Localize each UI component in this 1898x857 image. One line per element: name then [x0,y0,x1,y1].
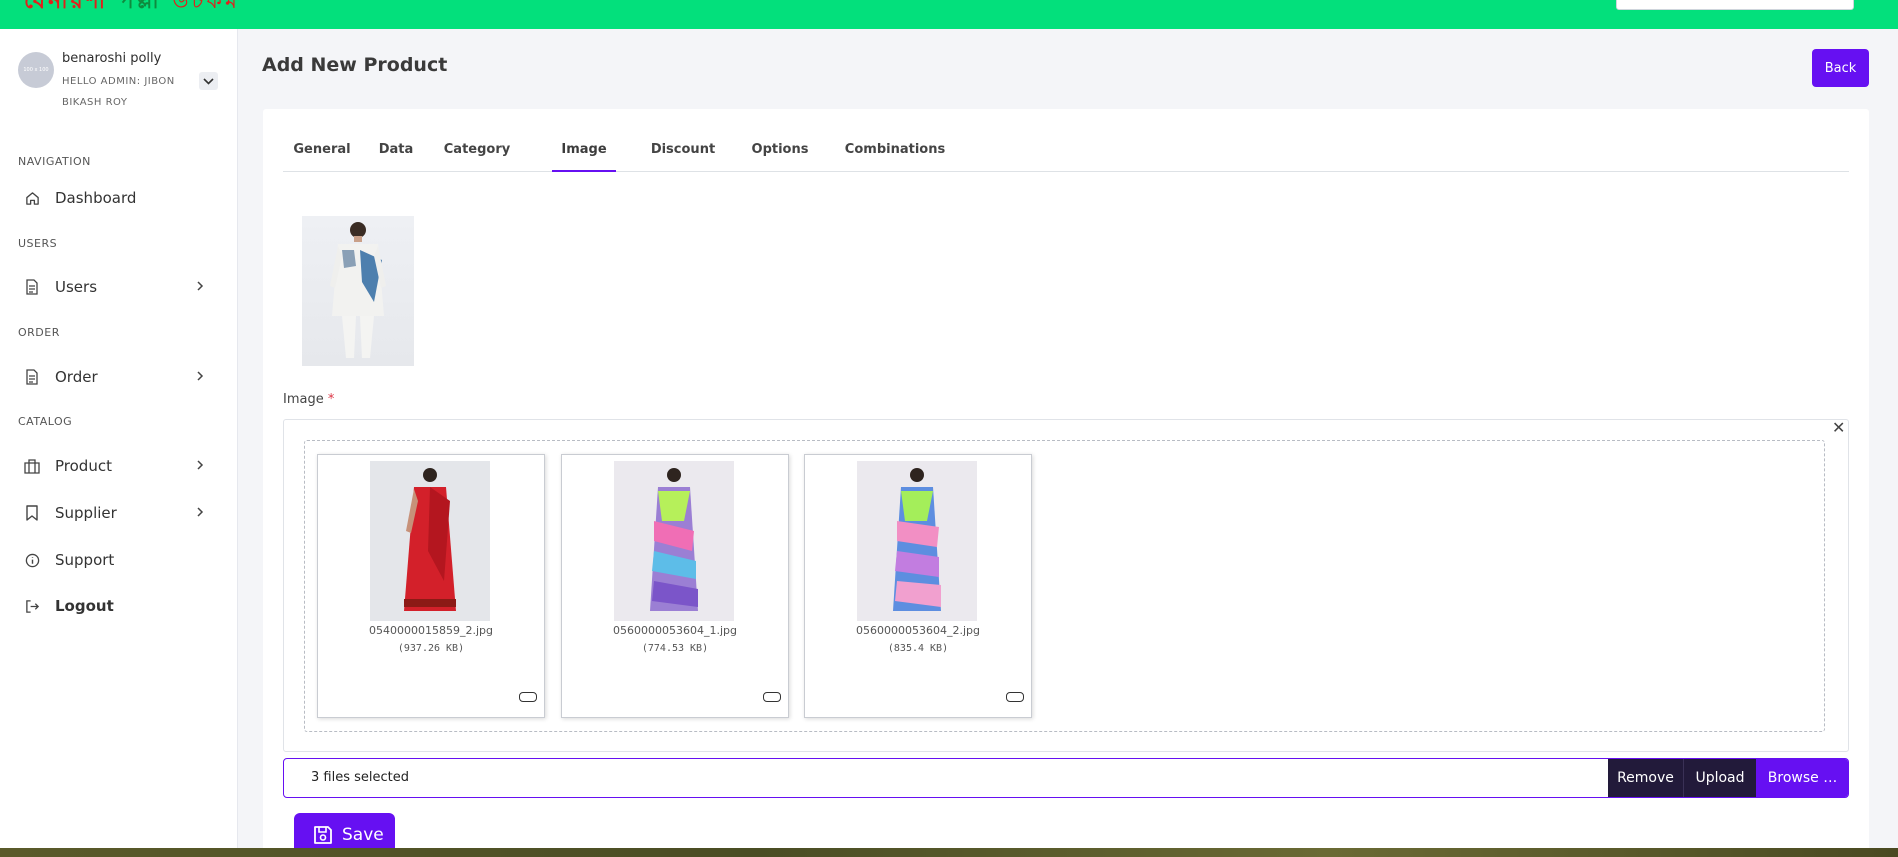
preview-file-size: (774.53 KB) [641,643,709,654]
zoom-icon[interactable] [519,692,537,702]
tab-discount[interactable]: Discount [648,138,718,172]
sidebar-item-support[interactable]: Support [18,546,218,574]
current-product-image [302,216,414,366]
briefcase-icon [23,457,41,475]
file-preview-item: 0540000015859_2.jpg (937.26 KB) [317,454,545,718]
top-search-input[interactable] [1616,0,1854,10]
sidebar-item-users[interactable]: Users [18,273,218,301]
save-icon [314,826,332,844]
file-icon [23,368,41,386]
file-preview-item: 0560000053604_1.jpg (774.53 KB) [561,454,789,718]
preview-file-name: 0540000015859_2.jpg [369,624,493,637]
preview-file-size: (835.4 KB) [887,643,949,654]
nav-heading-order: ORDER [18,326,60,339]
upload-button[interactable]: Upload [1683,759,1756,797]
preview-file-name: 0560000053604_1.jpg [613,624,737,637]
tab-options[interactable]: Options [749,138,811,172]
back-button[interactable]: Back [1812,49,1869,87]
nav-heading-users: USERS [18,237,58,250]
browse-button[interactable]: Browse … [1756,759,1848,797]
chevron-right-icon [197,460,204,470]
zoom-icon[interactable] [1006,692,1024,702]
taskbar-strip [0,848,1898,857]
logout-icon [23,597,41,615]
zoom-icon[interactable] [763,692,781,702]
chevron-down-icon [203,77,214,85]
tab-category[interactable]: Category [438,138,516,172]
tab-image[interactable]: Image [552,138,616,172]
user-role: HELLO ADMIN: JIBON BIKASH ROY [62,76,175,108]
sidebar-item-product[interactable]: Product [18,452,218,480]
info-icon [23,551,41,569]
sidebar: 100 x 100 benaroshi polly HELLO ADMIN: J… [0,29,238,857]
sidebar-item-logout[interactable]: Logout [18,592,218,620]
brand-part-1: বেনারশী [24,0,109,14]
home-icon [23,189,41,207]
chevron-right-icon [197,507,204,517]
sidebar-item-dashboard[interactable]: Dashboard [18,184,218,212]
image-field-label: Image * [283,392,334,407]
brand-logo[interactable]: বেনারশী পল্লী ডটকম [24,0,240,13]
chevron-right-icon [197,371,204,381]
file-caption[interactable]: 3 files selected [311,770,409,785]
preview-file-size: (937.26 KB) [397,643,465,654]
file-icon [23,278,41,296]
page-title: Add New Product [262,54,448,76]
sidebar-item-order[interactable]: Order [18,363,218,391]
sidebar-item-label: Order [55,368,98,386]
tab-data[interactable]: Data [373,138,419,172]
save-label: Save [342,825,384,845]
avatar: 100 x 100 [18,52,54,88]
preview-image [370,461,490,621]
chevron-right-icon [197,281,204,291]
brand-part-3: ডটকম [172,0,241,14]
preview-image [857,461,977,621]
bookmark-icon [23,504,41,522]
tab-combinations[interactable]: Combinations [840,138,950,172]
preview-file-name: 0560000053604_2.jpg [856,624,980,637]
brand-part-2: পল্লী [118,0,162,14]
top-bar: বেনারশী পল্লী ডটকম [0,0,1898,29]
avatar-placeholder-text: 100 x 100 [23,67,49,73]
user-menu-toggle[interactable] [199,72,218,90]
tab-general[interactable]: General [291,138,353,172]
nav-heading-catalog: CATALOG [18,415,73,428]
preview-image [614,461,734,621]
sidebar-item-label: Supplier [55,504,117,522]
sidebar-item-supplier[interactable]: Supplier [18,499,218,527]
sidebar-item-label: Dashboard [55,189,137,207]
file-input-group: 3 files selected Remove Upload Browse … [283,758,1849,798]
sidebar-item-label: Product [55,457,112,475]
user-name: benaroshi polly [62,51,162,66]
close-icon[interactable]: ✕ [1832,418,1845,437]
image-label-text: Image [283,392,324,407]
sidebar-item-label: Support [55,551,115,569]
sidebar-item-label: Users [55,278,98,296]
product-tabs: General Data Category Image Discount Opt… [283,138,1849,172]
remove-button[interactable]: Remove [1608,759,1683,797]
nav-heading-navigation: NAVIGATION [18,155,91,168]
sidebar-item-label: Logout [55,597,114,615]
required-mark: * [327,392,335,407]
file-preview-item: 0560000053604_2.jpg (835.4 KB) [804,454,1032,718]
